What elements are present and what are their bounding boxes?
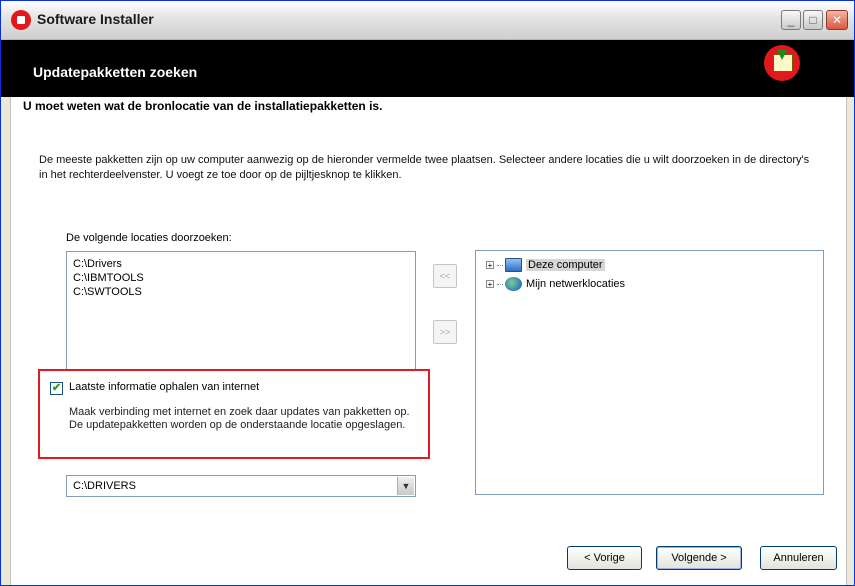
header-title: Updatepakketten zoeken [33,64,198,80]
folder-tree[interactable]: + Deze computer + Mijn netwerklocaties [475,250,824,495]
tree-node-label[interactable]: Mijn netwerklocaties [526,278,625,290]
minimize-button[interactable]: _ [781,10,801,30]
expand-icon[interactable]: + [486,261,494,270]
add-location-button[interactable]: << [433,264,457,288]
download-location-select[interactable]: C:\DRIVERS ▼ [66,475,416,497]
list-item[interactable]: C:\IBMTOOLS [73,271,409,285]
internet-update-checkbox[interactable]: ✔ [50,382,63,395]
expand-icon[interactable]: + [486,280,494,289]
computer-icon [505,258,522,272]
maximize-button[interactable]: □ [803,10,823,30]
page-description: De meeste pakketten zijn op uw computer … [39,154,810,181]
tree-connector [497,283,503,285]
tree-node-deze-computer[interactable]: + Deze computer [486,257,605,273]
close-button[interactable]: ✕ [826,10,848,30]
search-locations-label: De volgende locaties doorzoeken: [66,232,232,244]
download-package-icon [764,45,800,81]
back-button[interactable]: < Vorige [567,546,642,570]
app-icon [11,10,31,30]
search-locations-list[interactable]: C:\Drivers C:\IBMTOOLS C:\SWTOOLS [66,251,416,371]
window-title: Software Installer [37,11,154,27]
network-places-icon [505,277,522,291]
cancel-button[interactable]: Annuleren [760,546,837,570]
wizard-header: Updatepakketten zoeken [1,40,854,97]
list-item[interactable]: C:\Drivers [73,257,409,271]
installer-window: Software Installer _ □ ✕ Updatepakketten… [0,0,855,586]
internet-update-label[interactable]: Laatste informatie ophalen van internet [69,381,259,393]
tree-node-mijn-netwerklocaties[interactable]: + Mijn netwerklocaties [486,276,625,292]
title-bar: Software Installer _ □ ✕ [1,1,854,40]
download-location-value: C:\DRIVERS [73,480,136,492]
internet-update-description: Maak verbinding met internet en zoek daa… [69,406,410,431]
chevron-down-icon[interactable]: ▼ [397,477,414,495]
remove-location-button[interactable]: >> [433,320,457,344]
next-button[interactable]: Volgende > [656,546,742,570]
tree-node-label[interactable]: Deze computer [526,259,605,271]
page-subtitle: U moet weten wat de bronlocatie van de i… [23,99,383,113]
tree-connector [497,264,503,266]
list-item[interactable]: C:\SWTOOLS [73,285,409,299]
